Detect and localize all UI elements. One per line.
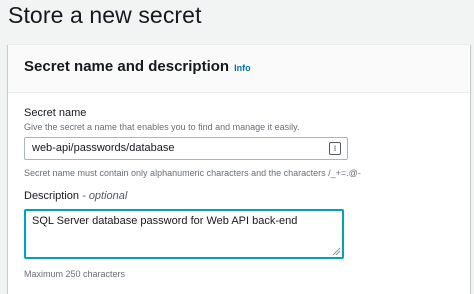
- secret-name-constraint: Secret name must contain only alphanumer…: [24, 168, 361, 178]
- description-label-text: Description: [24, 190, 80, 202]
- description-label: Description - optional: [24, 190, 470, 203]
- secret-name-label: Secret name: [24, 107, 87, 119]
- description-footnote: Maximum 250 characters: [24, 269, 126, 279]
- optional-label: - optional: [82, 190, 128, 202]
- description-textarea[interactable]: SQL Server database password for Web API…: [24, 209, 344, 259]
- panel-title: Secret name and description: [24, 58, 230, 75]
- key-hint-icon[interactable]: ⁝: [329, 142, 341, 155]
- panel-body: Secret name Give the secret a name that …: [8, 93, 470, 280]
- page-title: Store a new secret: [8, 2, 202, 28]
- secret-details-panel: Secret name and description Info Secret …: [8, 44, 470, 294]
- secret-name-input[interactable]: web-api/passwords/database ⁝: [24, 137, 348, 160]
- info-link[interactable]: Info: [234, 63, 251, 73]
- secret-name-description: Give the secret a name that enables you …: [24, 122, 300, 132]
- panel-header: Secret name and description Info: [8, 45, 470, 93]
- description-value: SQL Server database password for Web API…: [32, 215, 298, 227]
- resize-handle-icon[interactable]: [332, 247, 341, 256]
- secret-name-value: web-api/passwords/database: [32, 142, 175, 154]
